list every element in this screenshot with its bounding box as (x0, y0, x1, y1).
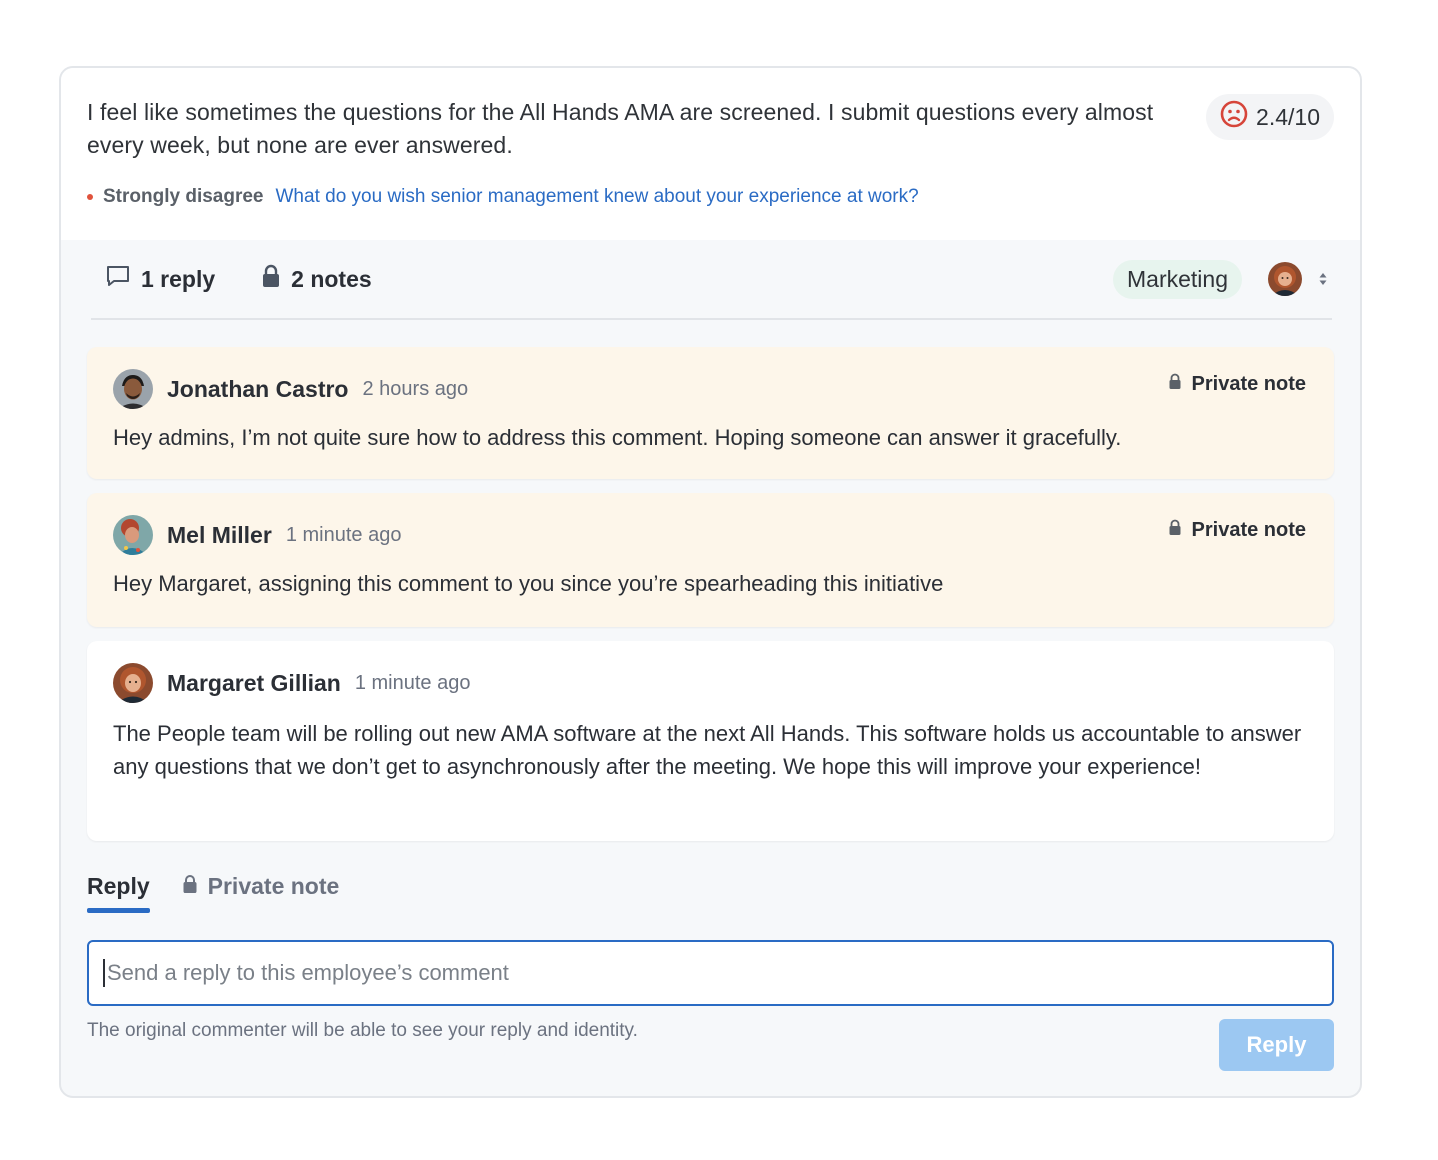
note-header: Jonathan Castro 2 hours ago (113, 369, 1308, 409)
thread-item: Mel Miller 1 minute ago Private note Hey… (87, 493, 1334, 627)
comment-text: I feel like sometimes the questions for … (87, 99, 1154, 158)
tab-private-note-label: Private note (207, 872, 340, 899)
sentiment-label: Strongly disagree (103, 186, 264, 207)
notes-label: 2 notes (291, 265, 372, 292)
private-note-text: Private note (1191, 373, 1306, 395)
note-header: Mel Miller 1 minute ago (113, 515, 1308, 555)
comment-card: I feel like sometimes the questions for … (59, 66, 1362, 1098)
timestamp: 1 minute ago (354, 671, 471, 694)
thread-item: Margaret Gillian 1 minute ago The People… (87, 641, 1334, 841)
text-caret (103, 959, 105, 987)
tab-private-note[interactable]: Private note (182, 868, 340, 904)
author-name: Margaret Gillian (167, 669, 341, 696)
composer-tabs: Reply Private note (87, 868, 339, 914)
sentiment-dot (87, 194, 93, 200)
comment-thread: Jonathan Castro 2 hours ago Private note… (87, 347, 1334, 841)
thread-item: Jonathan Castro 2 hours ago Private note… (87, 347, 1334, 479)
lock-icon (1168, 519, 1182, 542)
score-badge: 2.4/10 (1206, 94, 1334, 140)
replies-count[interactable]: 1 reply (105, 264, 215, 294)
note-body: Hey admins, I’m not quite sure how to ad… (113, 425, 1122, 450)
replies-label: 1 reply (141, 265, 216, 292)
stats-row: 1 reply 2 notes Marketing (91, 240, 1332, 320)
comment-meta: Strongly disagree What do you wish senio… (87, 186, 1334, 208)
sad-face-icon (1220, 100, 1248, 134)
reply-hint: The original commenter will be able to s… (87, 1020, 638, 1041)
question-link[interactable]: What do you wish senior management knew … (276, 186, 919, 208)
private-note-text: Private note (1191, 519, 1306, 541)
reply-button[interactable]: Reply (1219, 1019, 1334, 1071)
notes-count[interactable]: 2 notes (261, 264, 372, 294)
private-note-label: Private note (1168, 373, 1306, 396)
sort-icon[interactable] (1316, 271, 1330, 287)
active-tab-indicator (87, 908, 150, 913)
avatar (113, 515, 153, 555)
note-header: Margaret Gillian 1 minute ago (113, 663, 1308, 703)
assignee-avatar[interactable] (1268, 262, 1302, 296)
stats-actions: Marketing (1113, 259, 1332, 299)
score-value: 2.4/10 (1256, 103, 1320, 130)
lock-icon (182, 873, 198, 900)
lock-icon (1168, 373, 1182, 396)
speech-bubble-icon (105, 264, 131, 294)
author-name: Mel Miller (167, 521, 272, 548)
timestamp: 1 minute ago (285, 523, 402, 546)
lock-icon (261, 264, 281, 294)
department-tag[interactable]: Marketing (1113, 259, 1242, 299)
timestamp: 2 hours ago (362, 377, 469, 400)
comment-header: I feel like sometimes the questions for … (61, 68, 1360, 240)
tab-reply-label: Reply (87, 872, 150, 899)
note-body: Hey Margaret, assigning this comment to … (113, 571, 944, 596)
tab-reply[interactable]: Reply (87, 868, 150, 904)
avatar (113, 369, 153, 409)
reply-input[interactable] (87, 940, 1334, 1006)
private-note-label: Private note (1168, 519, 1306, 542)
author-name: Jonathan Castro (167, 375, 349, 402)
note-body: The People team will be rolling out new … (113, 721, 1302, 779)
avatar (113, 663, 153, 703)
